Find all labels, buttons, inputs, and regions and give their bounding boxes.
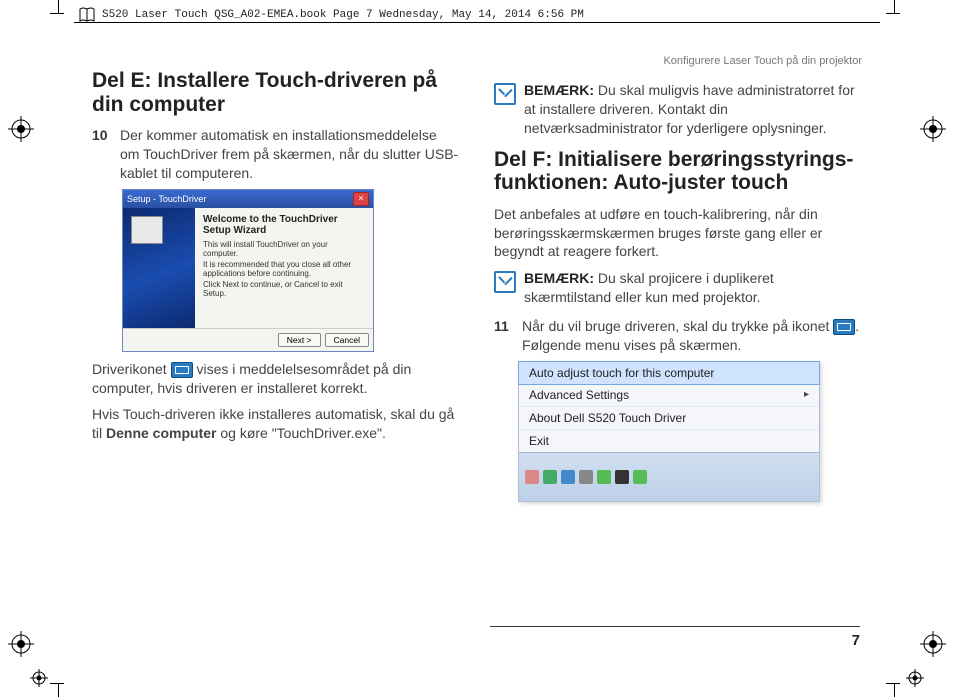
wizard-text: Click Next to continue, or Cancel to exi… bbox=[203, 280, 365, 298]
registration-mark-icon bbox=[920, 116, 946, 142]
note-duplicate-display: BEMÆRK: Du skal projicere i duplikeret s… bbox=[494, 269, 862, 307]
section-f-heading: Del F: Initialisere berøringsstyrings-fu… bbox=[494, 148, 862, 195]
registration-mark-icon bbox=[906, 669, 924, 687]
tray-icon bbox=[543, 470, 557, 484]
note-admin-rights: BEMÆRK: Du skal muligvis have administra… bbox=[494, 81, 862, 138]
driver-tray-icon bbox=[171, 362, 193, 378]
tray-icon bbox=[525, 470, 539, 484]
wizard-heading: Welcome to the TouchDriver Setup Wizard bbox=[203, 214, 365, 236]
installer-icon bbox=[131, 216, 163, 244]
crop-mark bbox=[50, 0, 68, 18]
note-icon bbox=[494, 271, 516, 293]
section-e-heading: Del E: Installere Touch-driveren på din … bbox=[92, 69, 460, 116]
registration-mark-icon bbox=[30, 669, 48, 687]
setup-wizard-screenshot: Setup - TouchDriver × Welcome to the Tou… bbox=[122, 189, 374, 352]
step-11: 11 Når du vil bruge driveren, skal du tr… bbox=[494, 317, 862, 355]
crop-mark bbox=[886, 679, 904, 697]
close-icon: × bbox=[353, 192, 369, 206]
context-menu-screenshot: Auto adjust touch for this computer Adva… bbox=[518, 361, 820, 502]
pdf-header-text: S520 Laser Touch QSG_A02-EMEA.book Page … bbox=[102, 9, 584, 21]
wizard-titlebar: Setup - TouchDriver × bbox=[123, 190, 373, 208]
wizard-title: Setup - TouchDriver bbox=[127, 194, 206, 204]
step-number: 10 bbox=[92, 126, 120, 183]
page-number-rule bbox=[490, 626, 860, 627]
wizard-cancel-button: Cancel bbox=[325, 333, 369, 347]
registration-mark-icon bbox=[8, 116, 34, 142]
right-column: Konfigurere Laser Touch på din projektor… bbox=[494, 55, 862, 657]
menu-item-auto-adjust: Auto adjust touch for this computer bbox=[518, 361, 820, 385]
wizard-text: This will install TouchDriver on your co… bbox=[203, 240, 365, 258]
tray-icon bbox=[561, 470, 575, 484]
tray-icon bbox=[597, 470, 611, 484]
wizard-sidebar bbox=[123, 208, 195, 328]
manual-install-paragraph: Hvis Touch-driveren ikke installeres aut… bbox=[92, 405, 460, 443]
section-f-intro: Det anbefales at udføre en touch-kalibre… bbox=[494, 205, 862, 262]
wizard-next-button: Next > bbox=[278, 333, 321, 347]
page-number: 7 bbox=[852, 632, 860, 649]
tray-icon bbox=[579, 470, 593, 484]
step-text: Når du vil bruge driveren, skal du trykk… bbox=[522, 317, 862, 355]
driver-tray-icon bbox=[833, 319, 855, 335]
wizard-text: It is recommended that you close all oth… bbox=[203, 260, 365, 278]
registration-mark-icon bbox=[8, 631, 34, 657]
step-number: 11 bbox=[494, 317, 522, 355]
menu-item-exit: Exit bbox=[519, 430, 819, 452]
step-text: Der kommer automatisk en installationsme… bbox=[120, 126, 460, 183]
note-icon bbox=[494, 83, 516, 105]
menu-item-about: About Dell S520 Touch Driver bbox=[519, 407, 819, 430]
left-column: Del E: Installere Touch-driveren på din … bbox=[92, 55, 460, 657]
driver-icon-paragraph: Driverikonet vises i meddelelsesområdet … bbox=[92, 360, 460, 398]
crop-mark bbox=[50, 679, 68, 697]
menu-item-advanced: Advanced Settings▸ bbox=[519, 384, 819, 407]
step-10: 10 Der kommer automatisk en installation… bbox=[92, 126, 460, 183]
tray-icon bbox=[615, 470, 629, 484]
system-tray bbox=[519, 452, 819, 501]
registration-mark-icon bbox=[920, 631, 946, 657]
header-rule bbox=[74, 22, 880, 23]
tray-icon bbox=[633, 470, 647, 484]
crop-mark bbox=[886, 0, 904, 18]
running-head: Konfigurere Laser Touch på din projektor bbox=[494, 55, 862, 67]
submenu-arrow-icon: ▸ bbox=[804, 389, 809, 400]
